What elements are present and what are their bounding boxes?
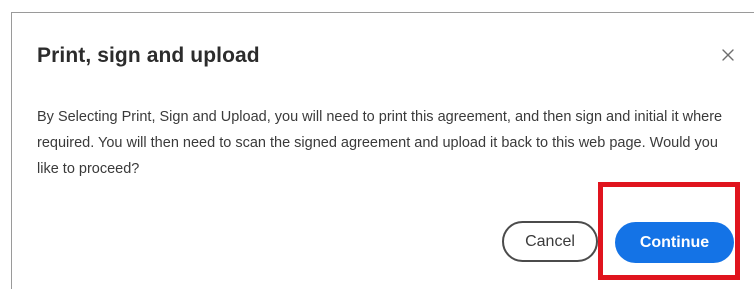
cancel-button[interactable]: Cancel	[502, 221, 598, 262]
dialog-title: Print, sign and upload	[37, 44, 260, 67]
page: Print, sign and upload By Selecting Prin…	[0, 0, 754, 289]
close-button[interactable]	[718, 45, 738, 65]
print-sign-upload-dialog: Print, sign and upload By Selecting Prin…	[11, 12, 754, 289]
dialog-message: By Selecting Print, Sign and Upload, you…	[37, 109, 723, 177]
close-icon	[722, 49, 734, 61]
continue-button[interactable]: Continue	[615, 222, 734, 263]
